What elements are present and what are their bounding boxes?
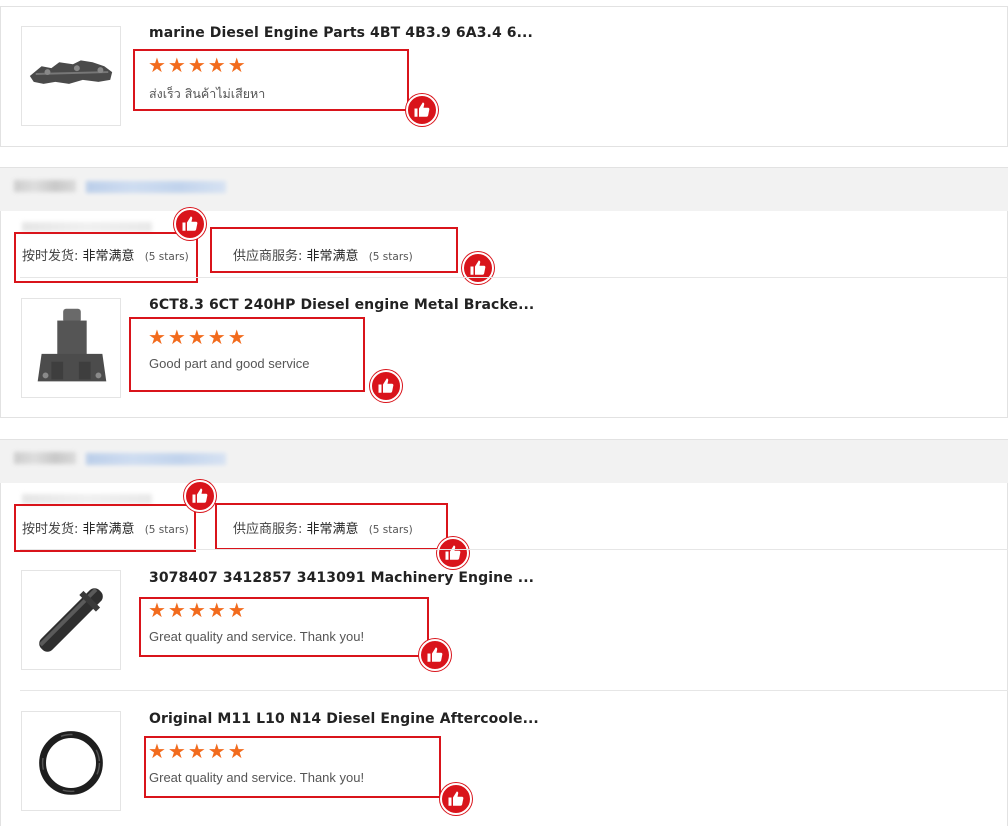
product-image-1[interactable] (21, 26, 121, 126)
highlight-box (210, 227, 458, 273)
product-title-4[interactable]: Original M11 L10 N14 Diesel Engine After… (149, 711, 539, 727)
thumbs-up-icon (370, 370, 402, 402)
product-image-4[interactable] (21, 711, 121, 811)
buyer-avatar-blurred (14, 180, 76, 192)
thumbs-up-icon (440, 783, 472, 815)
thumbs-up-icon (437, 537, 469, 569)
metal-bracket-image (37, 308, 107, 382)
divider (20, 690, 1008, 691)
product-title-3[interactable]: 3078407 3412857 3413091 Machinery Engine… (149, 570, 534, 586)
highlight-box (139, 597, 429, 657)
product-image-3[interactable] (21, 570, 121, 670)
product-title-2[interactable]: 6CT8.3 6CT 240HP Diesel engine Metal Bra… (149, 297, 534, 313)
highlight-box (215, 503, 448, 550)
highlight-box (14, 504, 196, 552)
thumbs-up-icon (184, 480, 216, 512)
thumbs-up-icon (462, 252, 494, 284)
thumbs-up-icon (406, 94, 438, 126)
product-title-1[interactable]: marine Diesel Engine Parts 4BT 4B3.9 6A3… (149, 25, 533, 41)
o-ring-image (39, 731, 103, 795)
thumbs-up-icon (419, 639, 451, 671)
review-date-blurred (22, 494, 152, 504)
cylinder-pin-image (39, 588, 103, 652)
engine-bracket-image (29, 60, 113, 84)
thumbs-up-icon (174, 208, 206, 240)
divider (20, 277, 1008, 278)
product-image-2[interactable] (21, 298, 121, 398)
highlight-box (144, 736, 441, 798)
buyer-name-blurred (86, 453, 226, 465)
review-date-blurred (22, 222, 152, 232)
highlight-box (129, 317, 365, 392)
buyer-name-blurred (86, 181, 226, 193)
highlight-box (14, 232, 198, 283)
divider (20, 549, 1008, 550)
highlight-box (133, 49, 409, 111)
buyer-avatar-blurred (14, 452, 76, 464)
